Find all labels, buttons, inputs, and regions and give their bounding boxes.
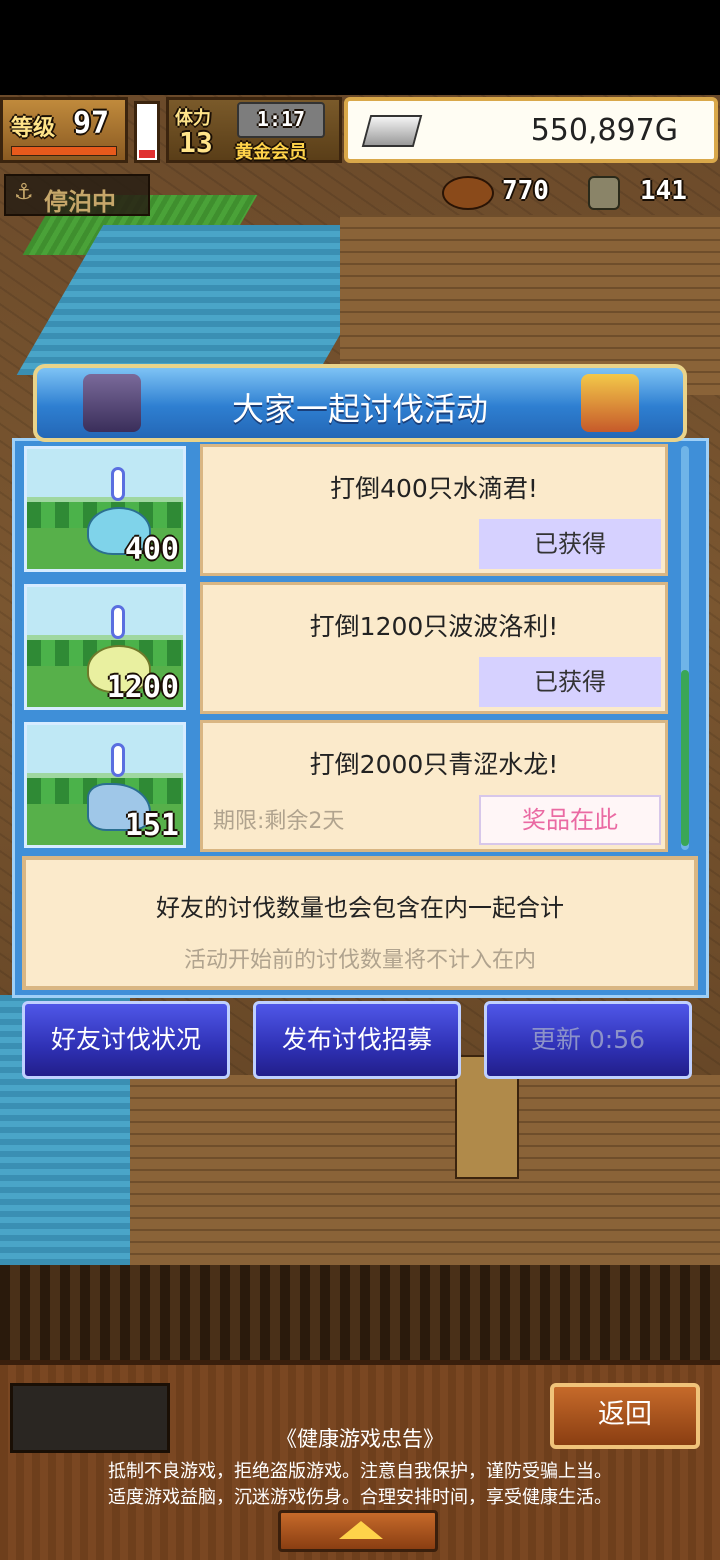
food-icon xyxy=(442,176,494,210)
quest-thumbnail: 400 xyxy=(24,446,186,572)
info-main-text: 好友的讨伐数量也会包含在内一起合计 xyxy=(156,894,564,922)
resource-a-value: 770 xyxy=(502,176,549,206)
stamina-gauge xyxy=(134,101,160,163)
quest-count-badge: 400 xyxy=(124,532,179,567)
resource-b-value: 141 xyxy=(640,176,687,206)
friends-status-button[interactable]: 好友讨伐状况 xyxy=(22,1001,230,1079)
notice-title: 《健康游戏忠告》 xyxy=(276,1427,444,1451)
exp-bar xyxy=(11,146,117,156)
gold-panel: 550,897G xyxy=(344,97,718,163)
resource-bar: 770 141 xyxy=(442,174,718,212)
exclamation-icon xyxy=(111,605,125,639)
quest-row: 打倒1200只波波洛利! 已获得 xyxy=(200,582,668,714)
stamina-panel: 体力 13 1:17 黄金会员 xyxy=(166,97,342,163)
quest-thumbnail: 1200 xyxy=(24,584,186,710)
quest-row: 打倒400只水滴君! 已获得 xyxy=(200,444,668,576)
scrollbar-track[interactable] xyxy=(681,446,689,850)
notice-line-2: 适度游戏益脑，沉迷游戏伤身。合理安排时间，享受健康生活。 xyxy=(108,1487,612,1508)
info-box: 好友的讨伐数量也会包含在内一起合计 活动开始前的讨伐数量将不计入在内 xyxy=(22,856,698,990)
docked-status-text: 停泊中 xyxy=(44,188,116,216)
docked-status: ⚓ 停泊中 xyxy=(4,174,150,216)
anchor-icon: ⚓ xyxy=(14,180,34,205)
quest-title: 打倒1200只波波洛利! xyxy=(309,612,559,641)
level-label: 等级 xyxy=(11,116,56,141)
gold-bar-icon xyxy=(361,115,423,147)
deadline-text: 期限:剩余2天 xyxy=(213,809,345,834)
clock-text: 1:17 xyxy=(256,107,306,131)
ship-railing xyxy=(0,1265,720,1360)
arrow-up-icon xyxy=(339,1521,383,1539)
hero-avatar-icon xyxy=(581,374,639,432)
quest-row: 打倒2000只青涩水龙! 期限:剩余2天 奖品在此 xyxy=(200,720,668,852)
post-recruit-button[interactable]: 发布讨伐招募 xyxy=(253,1001,461,1079)
quest-thumbnail: 151 xyxy=(24,722,186,848)
exclamation-icon xyxy=(111,743,125,777)
ship-deck xyxy=(130,1075,720,1265)
quest-count-badge: 1200 xyxy=(106,670,179,705)
footer-bar: 返回 《健康游戏忠告》 抵制不良游戏，拒绝盗版游戏。注意自我保护，谨防受骗上当。… xyxy=(0,1360,720,1560)
clock-badge: 1:17 xyxy=(237,102,325,138)
expand-button[interactable] xyxy=(278,1510,438,1552)
gold-amount: 550,897G xyxy=(530,113,678,148)
quest-title: 打倒400只水滴君! xyxy=(330,474,538,503)
quest-count-badge: 151 xyxy=(124,808,179,843)
exclamation-icon xyxy=(111,467,125,501)
vip-label: 黄金会员 xyxy=(235,142,307,163)
quest-title: 打倒2000只青涩水龙! xyxy=(309,750,559,779)
scrollbar-thumb[interactable] xyxy=(681,670,689,846)
material-icon xyxy=(588,176,620,210)
stamina-value: 13 xyxy=(179,126,213,159)
level-value: 97 xyxy=(73,106,110,141)
claimed-button[interactable]: 已获得 xyxy=(479,657,661,707)
level-panel: 等级 97 xyxy=(0,97,128,163)
notice-line-1: 抵制不良游戏，拒绝盗版游戏。注意自我保护，谨防受骗上当。 xyxy=(108,1461,612,1482)
prize-button[interactable]: 奖品在此 xyxy=(479,795,661,845)
stamina-gauge-fill xyxy=(139,150,155,158)
claimed-button[interactable]: 已获得 xyxy=(479,519,661,569)
info-sub-text: 活动开始前的讨伐数量将不计入在内 xyxy=(183,948,536,973)
modal-header: 大家一起讨伐活动 xyxy=(33,364,687,442)
refresh-button[interactable]: 更新 0:56 xyxy=(484,1001,692,1079)
